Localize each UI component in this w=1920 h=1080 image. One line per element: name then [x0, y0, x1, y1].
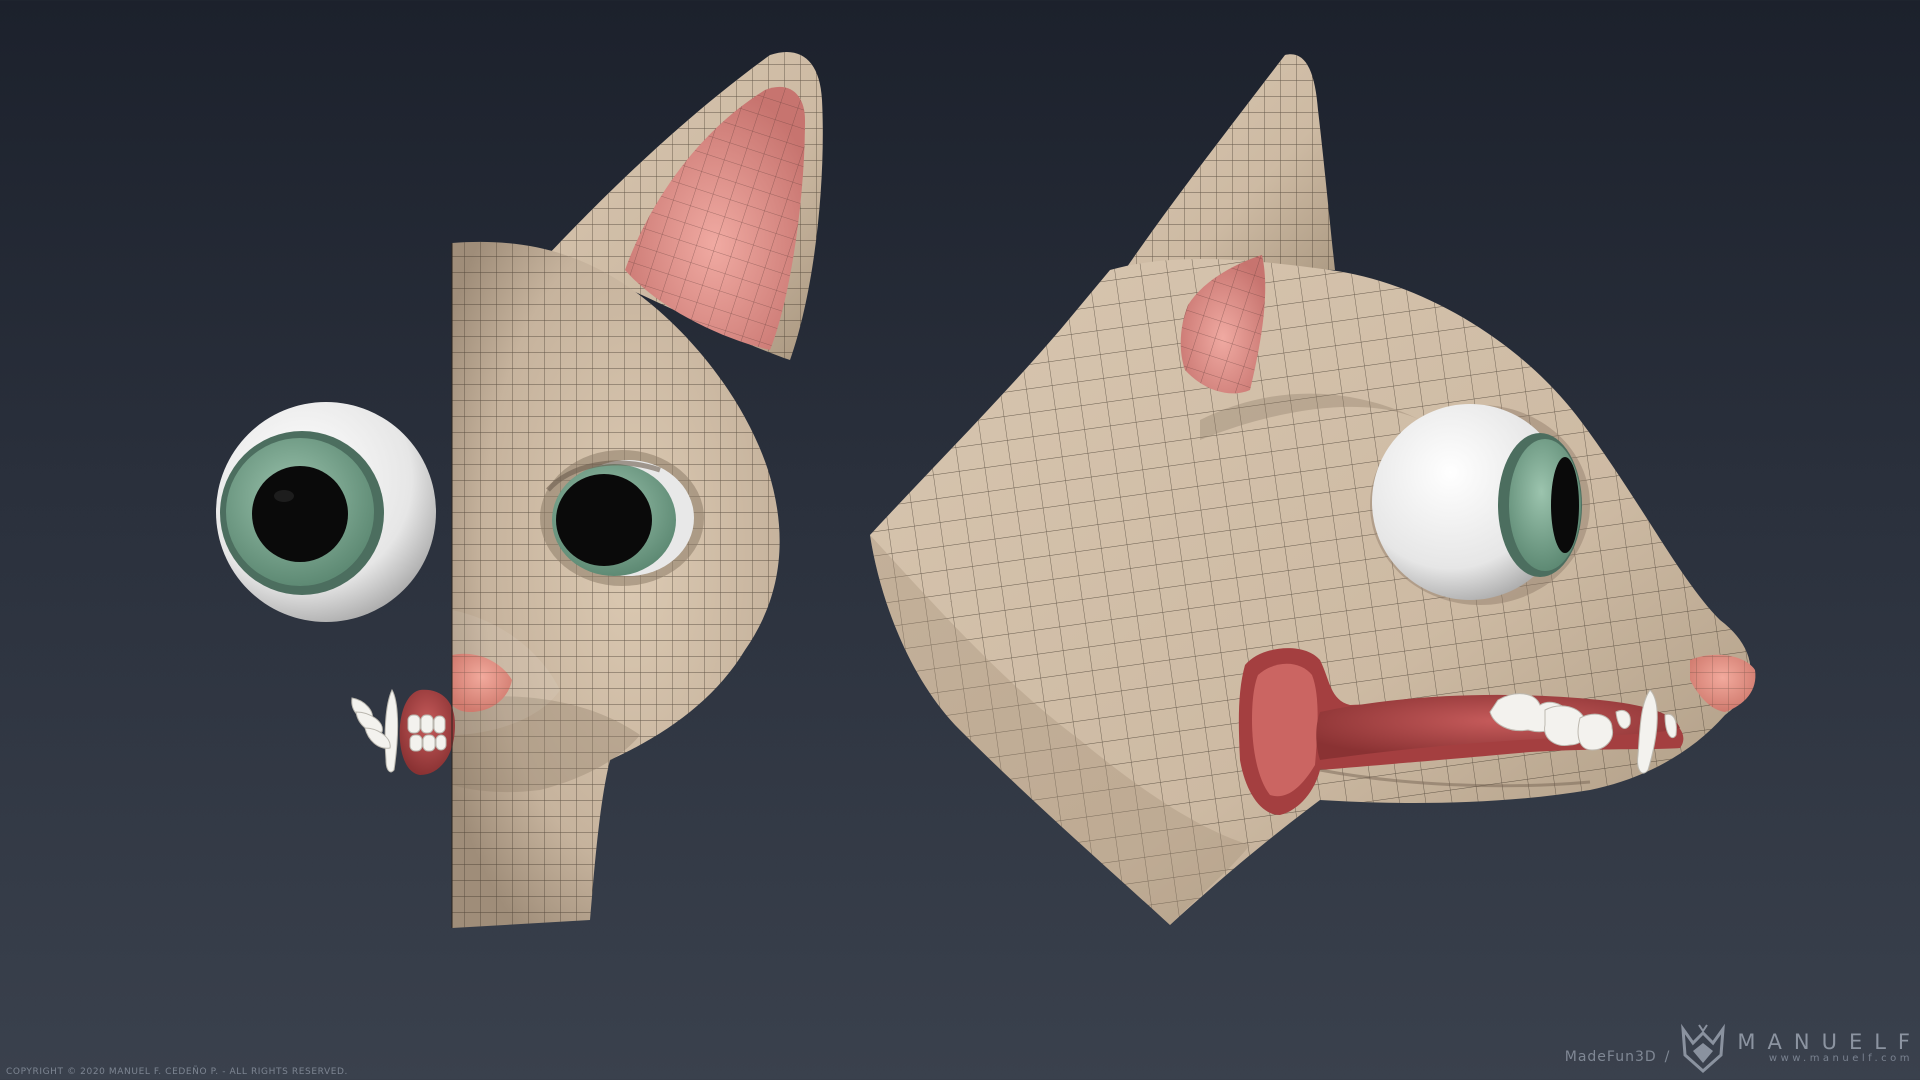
brand-name: MANUELF — [1737, 1030, 1920, 1054]
copyright-notice: COPYRIGHT © 2020 MANUEL F. CEDEÑO P. - A… — [6, 1067, 349, 1077]
manuelf-logo-icon — [1681, 1023, 1726, 1074]
brand-text-block: MANUELF www.manuelf.com — [1737, 1031, 1910, 1065]
brand-signature: MadeFun3D / MANUELF www.manuelf.com — [1565, 1018, 1910, 1078]
side-profile-head-model — [870, 54, 1756, 925]
brand-url: www.manuelf.com — [1768, 1053, 1913, 1064]
eyeball-model — [216, 402, 436, 622]
cat-head-render — [216, 52, 1756, 928]
brand-separator: / — [1664, 1049, 1670, 1065]
madefun3d-label: MadeFun3D — [1564, 1049, 1657, 1065]
